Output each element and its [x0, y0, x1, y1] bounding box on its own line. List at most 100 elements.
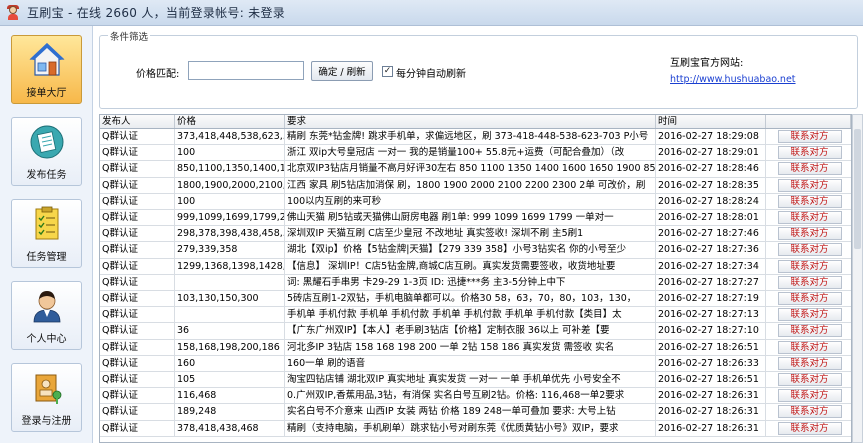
cell-requirement: 手机单 手机付款 手机单 手机付款 手机单 手机付款 手机单 手机付款【类目】太	[285, 307, 656, 323]
cell-publisher: Q群认证	[100, 274, 175, 290]
table-row[interactable]: Q群认证 160 160一单 刷的语音 2016-02-27 18:26:33 联系对方	[100, 355, 851, 372]
cell-action: 联系对方	[766, 275, 851, 290]
contact-button[interactable]: 联系对方	[777, 421, 842, 435]
cell-requirement: 湖北【双ip】价格【5钻金牌|天猫】【279 339 358】小号3钻实名 你的…	[285, 242, 656, 258]
sidebar-item-personal-center[interactable]: 个人中心	[11, 281, 82, 350]
cell-time: 2016-02-27 18:27:27	[656, 274, 766, 290]
contact-button[interactable]: 联系对方	[777, 211, 842, 224]
table-row[interactable]: Q群认证 词: 黑耀石手串男 卡29-29 1-3页 ID: 迅捷***务 主3-…	[100, 274, 851, 291]
table-row[interactable]: Q群认证 36 【广东广州双IP】【本人】老手刷3钻店【价格】定制衣服 36以上 可…	[100, 323, 851, 340]
sidebar-item-task-management[interactable]: 任务管理	[11, 199, 82, 268]
cell-price: 298,378,398,438,458,...	[175, 226, 285, 242]
cell-time: 2016-02-27 18:27:46	[656, 226, 766, 242]
column-header-requirement[interactable]: 要求	[285, 115, 656, 128]
column-header-price[interactable]: 价格	[175, 115, 285, 128]
table-row[interactable]: Q群认证 1800,1900,2000,2100,... 江西 家具 刷5钻店加消保…	[100, 177, 851, 194]
cell-time: 2016-02-27 18:29:01	[656, 145, 766, 161]
table-row[interactable]: Q群认证 373,418,448,538,623,... 精刷 东莞*钻金牌! 跳求…	[100, 129, 851, 146]
paper-icon	[28, 123, 66, 161]
cell-publisher: Q群认证	[100, 145, 175, 161]
table-row[interactable]: Q群认证 378,418,438,468 精刷（支持电脑，手机刷单）跳求钻小号对刷东…	[100, 420, 851, 437]
cell-publisher: Q群认证	[100, 177, 175, 193]
contact-button[interactable]: 联系对方	[777, 243, 842, 257]
user-icon	[28, 287, 66, 325]
price-match-input[interactable]	[188, 61, 304, 80]
cell-action: 联系对方	[766, 242, 851, 257]
cell-requirement: 160一单 刷的语音	[285, 355, 656, 371]
scrollbar-thumb[interactable]	[854, 129, 861, 249]
contact-button[interactable]: 联系对方	[777, 405, 842, 419]
cell-action: 联系对方	[766, 323, 851, 338]
auto-refresh-label: 每分钟自动刷新	[396, 69, 466, 80]
contact-button[interactable]: 联系对方	[777, 275, 842, 289]
sidebar-item-label: 任务管理	[26, 252, 67, 263]
cell-price	[175, 274, 285, 290]
contact-button[interactable]: 联系对方	[777, 178, 842, 192]
cell-time: 2016-02-27 18:26:51	[656, 372, 766, 388]
cell-publisher: Q群认证	[100, 372, 175, 388]
cell-time: 2016-02-27 18:28:46	[656, 161, 766, 177]
table-row[interactable]: Q群认证 116,468 0.广州双IP,香蕉用品,3钻，有消保 实名白号互刷2钻。…	[100, 388, 851, 405]
cell-price: 1299,1368,1398,1428,...	[175, 258, 285, 274]
contact-button[interactable]: 联系对方	[777, 162, 842, 176]
cell-requirement: 北京双IP3钻店月销量不高月好评30左右 850 1100 1350 1400 …	[285, 161, 656, 177]
table-row[interactable]: Q群认证 1299,1368,1398,1428,... 【信息】 深圳IP！C店5…	[100, 258, 851, 275]
table-row[interactable]: Q群认证 189,248 实名白号不介意来 山西IP 女装 两钻 价格 189 24…	[100, 404, 851, 421]
table-header: 发布人 价格 要求 时间	[100, 115, 851, 129]
cell-action: 联系对方	[766, 388, 851, 403]
table-row[interactable]: Q群认证 103,130,150,300 5砖店互刷1-2双钻，手机电脑单都可以。价…	[100, 291, 851, 308]
sidebar-item-publish-task[interactable]: 发布任务	[11, 117, 82, 186]
app-logo-icon	[5, 4, 21, 21]
contact-button[interactable]: 联系对方	[777, 356, 842, 370]
cell-time: 2016-02-27 18:26:31	[656, 420, 766, 436]
contact-button[interactable]: 联系对方	[777, 308, 842, 322]
contact-button[interactable]: 联系对方	[777, 389, 842, 403]
auto-refresh-checkbox[interactable]: ✓	[382, 66, 393, 77]
contact-button[interactable]: 联系对方	[777, 130, 842, 143]
cell-action: 联系对方	[766, 210, 851, 225]
confirm-refresh-button[interactable]: 确定 / 刷新	[311, 61, 373, 81]
sidebar-item-order-hall[interactable]: 接单大厅	[11, 35, 82, 104]
table-row[interactable]: Q群认证 105 淘宝四钻店铺 湖北双IP 真实地址 真实发货 一对一 一单 手机单…	[100, 372, 851, 389]
table-row[interactable]: Q群认证 100 100以内互刷的来可秒 2016-02-27 18:28:24 联系对…	[100, 193, 851, 210]
cell-price: 36	[175, 323, 285, 339]
column-header-time[interactable]: 时间	[656, 115, 766, 128]
cell-price: 850,1100,1350,1400,1...	[175, 161, 285, 177]
contact-button[interactable]: 联系对方	[777, 340, 842, 354]
contact-button[interactable]: 联系对方	[777, 227, 842, 241]
contact-button[interactable]: 联系对方	[777, 259, 842, 273]
column-header-publisher[interactable]: 发布人	[100, 115, 175, 128]
cell-price: 279,339,358	[175, 242, 285, 258]
cell-publisher: Q群认证	[100, 323, 175, 339]
cell-price: 116,468	[175, 388, 285, 404]
table-row[interactable]: Q群认证 手机单 手机付款 手机单 手机付款 手机单 手机付款 手机单 手机付款【…	[100, 307, 851, 324]
cell-price: 100	[175, 145, 285, 161]
table-row[interactable]: Q群认证 850,1100,1350,1400,1... 北京双IP3钻店月销量不高…	[100, 161, 851, 178]
cell-requirement: 词: 黑耀石手串男 卡29-29 1-3页 ID: 迅捷***务 主3-5分钟上…	[285, 274, 656, 290]
contact-button[interactable]: 联系对方	[777, 292, 842, 305]
cell-requirement: 浙江 双ip大号皇冠店 一对一 我的是销量100+ 55.8元+运费（可配合叠加…	[285, 145, 656, 161]
cell-requirement: 0.广州双IP,香蕉用品,3钻，有消保 实名白号互刷2钻。价格: 116,468…	[285, 388, 656, 404]
cell-requirement: 淘宝四钻店铺 湖北双IP 真实地址 真实发货 一对一 一单 手机单优先 小号安全…	[285, 372, 656, 388]
cell-publisher: Q群认证	[100, 226, 175, 242]
sidebar-item-login-register[interactable]: 登录与注册	[11, 363, 82, 432]
cell-time: 2016-02-27 18:28:01	[656, 210, 766, 226]
sidebar: 接单大厅 发布任务 任务管理 个人中心 登录与注册	[0, 26, 93, 443]
cell-action: 联系对方	[766, 404, 851, 419]
cell-time: 2016-02-27 18:28:24	[656, 193, 766, 209]
table-row[interactable]: Q群认证 158,168,198,200,186 河北多IP 3钻店 158 168…	[100, 339, 851, 356]
table-row[interactable]: Q群认证 279,339,358 湖北【双ip】价格【5钻金牌|天猫】【279 33…	[100, 242, 851, 259]
cell-price: 160	[175, 355, 285, 371]
contact-button[interactable]: 联系对方	[777, 373, 842, 386]
cell-time: 2016-02-27 18:27:19	[656, 291, 766, 307]
contact-button[interactable]: 联系对方	[777, 194, 842, 208]
official-site-link[interactable]: http://www.hushuabao.net	[670, 74, 796, 85]
column-header-action[interactable]	[766, 115, 851, 128]
table-row[interactable]: Q群认证 298,378,398,438,458,... 深圳双IP 天猫互刷 C店…	[100, 226, 851, 243]
table-scrollbar[interactable]	[852, 114, 863, 443]
contact-button[interactable]: 联系对方	[777, 324, 842, 338]
table-row[interactable]: Q群认证999,1099,1699,1799,200佛山天猫 刷5钻或天猫佛山厨…	[100, 210, 851, 227]
cell-requirement: 实名白号不介意来 山西IP 女装 两钻 价格 189 248一单可叠加 要求: …	[285, 404, 656, 420]
table-row[interactable]: Q群认证 100 浙江 双ip大号皇冠店 一对一 我的是销量100+ 55.8元+运…	[100, 145, 851, 162]
contact-button[interactable]: 联系对方	[777, 146, 842, 160]
